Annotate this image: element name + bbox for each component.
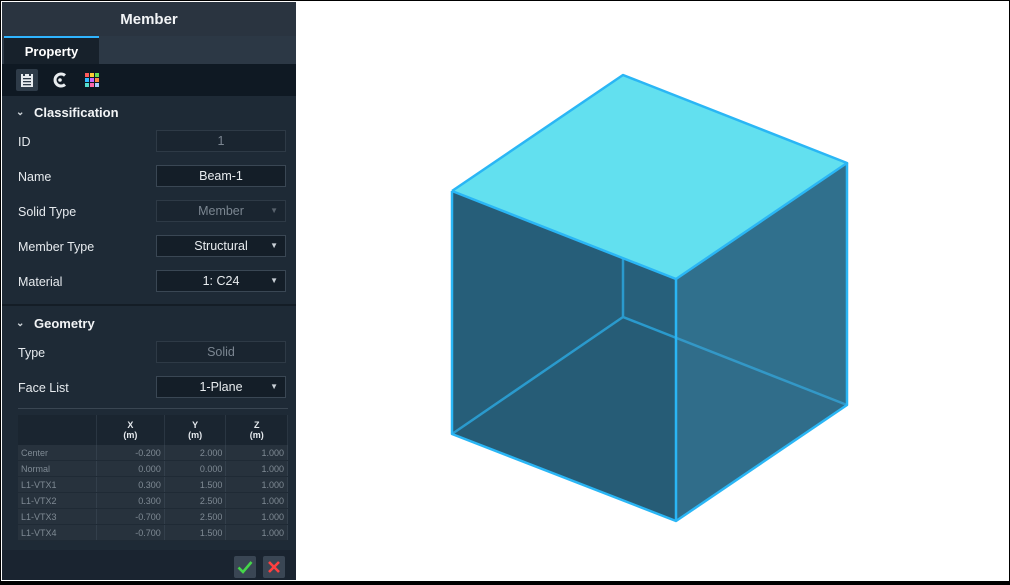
geometry-table: X (m) Y (m) Z (m) Center -0.200 2.000 1.000…	[18, 415, 288, 541]
window: Member Property ⌄ Classification ID 1 Na…	[0, 0, 1010, 582]
table-row: L1-VTX1 0.300 1.500 1.000	[18, 476, 288, 493]
name-row: Name Beam-1	[18, 165, 288, 189]
chevron-down-icon: ▼	[270, 206, 278, 215]
name-label: Name	[18, 170, 52, 184]
palette-icon[interactable]	[81, 69, 103, 91]
solid-type-label: Solid Type	[18, 205, 77, 219]
properties-icon[interactable]	[16, 69, 38, 91]
face-list-select[interactable]: 1-Plane ▼	[156, 376, 286, 398]
icon-toolbar	[2, 64, 296, 96]
curve-icon[interactable]	[49, 69, 71, 91]
table-row: L1-VTX4 -0.700 1.500 1.000	[18, 524, 288, 541]
property-panel: Member Property ⌄ Classification ID 1 Na…	[2, 2, 296, 580]
face-list-label: Face List	[18, 381, 69, 395]
chevron-down-icon: ▼	[270, 382, 278, 391]
table-row: Normal 0.000 0.000 1.000	[18, 460, 288, 477]
material-row: Material 1: C24 ▼	[18, 270, 288, 294]
chevron-down-icon: ▼	[270, 276, 278, 285]
cancel-button[interactable]	[263, 556, 285, 578]
member-type-label: Member Type	[18, 240, 95, 254]
type-field: Solid	[156, 341, 286, 363]
table-row: L1-VTX3 -0.700 2.500 1.000	[18, 508, 288, 525]
geometry-header[interactable]: ⌄ Geometry	[16, 313, 95, 333]
id-row: ID 1	[18, 130, 288, 154]
tab-property[interactable]: Property	[4, 36, 99, 64]
x-column-header: X (m)	[96, 415, 165, 445]
section-divider	[2, 304, 296, 306]
table-divider	[18, 408, 288, 409]
solid-type-row: Solid Type Member ▼	[18, 200, 288, 224]
type-label: Type	[18, 346, 46, 360]
member-type-select[interactable]: Structural ▼	[156, 235, 286, 257]
classification-header[interactable]: ⌄ Classification	[16, 102, 119, 122]
close-icon	[268, 561, 280, 573]
id-field: 1	[156, 130, 286, 152]
classification-title: Classification	[34, 104, 119, 120]
table-row: L1-VTX2 0.300 2.500 1.000	[18, 492, 288, 509]
chevron-down-icon: ▼	[270, 241, 278, 250]
panel-title: Member	[2, 2, 296, 36]
name-field[interactable]: Beam-1	[156, 165, 286, 187]
table-row: Center -0.200 2.000 1.000	[18, 445, 288, 461]
material-select[interactable]: 1: C24 ▼	[156, 270, 286, 292]
geometry-title: Geometry	[34, 315, 95, 331]
member-type-row: Member Type Structural ▼	[18, 235, 288, 259]
3d-viewport[interactable]	[298, 2, 1009, 580]
check-icon	[237, 561, 253, 574]
panel-footer	[2, 550, 296, 580]
z-column-header: Z (m)	[225, 415, 288, 445]
confirm-button[interactable]	[234, 556, 256, 578]
face-list-row: Face List 1-Plane ▼	[18, 376, 288, 400]
y-column-header: Y (m)	[164, 415, 227, 445]
type-row: Type Solid	[18, 341, 288, 365]
cube-model	[450, 73, 849, 523]
chevron-down-icon: ⌄	[16, 317, 25, 329]
chevron-down-icon: ⌄	[16, 106, 25, 118]
row-label-header	[18, 415, 97, 445]
id-label: ID	[18, 135, 31, 149]
solid-type-select: Member ▼	[156, 200, 286, 222]
material-label: Material	[18, 275, 63, 289]
tab-bar: Property	[2, 36, 296, 64]
